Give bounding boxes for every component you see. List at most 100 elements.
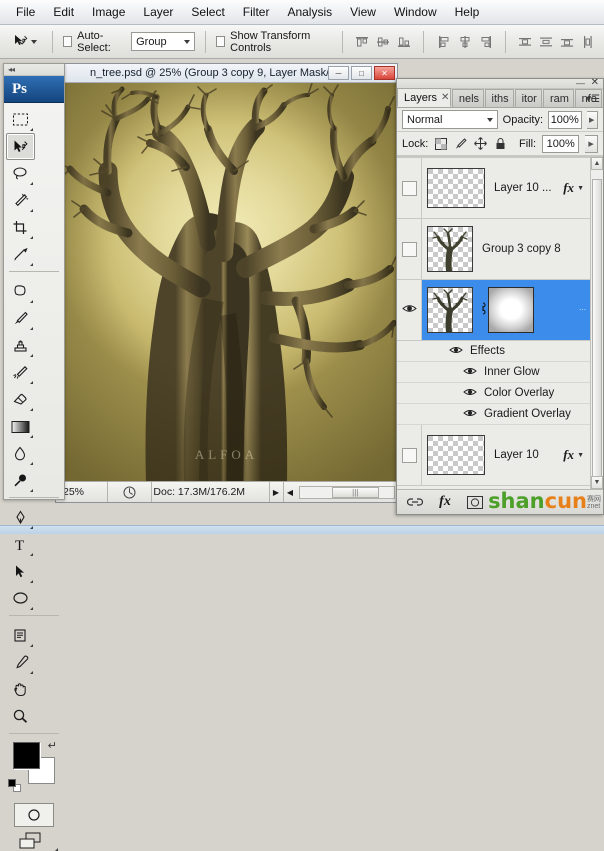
- menu-item-analysis[interactable]: Analysis: [278, 2, 341, 22]
- pen-tool[interactable]: [6, 504, 35, 531]
- fill-input[interactable]: 100%: [542, 134, 580, 153]
- layer-overflow-icon[interactable]: ⋯: [579, 306, 590, 314]
- menu-item-view[interactable]: View: [341, 2, 385, 22]
- list-item[interactable]: Gradient Overlay: [397, 404, 590, 425]
- add-layer-mask-icon[interactable]: [467, 494, 483, 510]
- menu-item-edit[interactable]: Edit: [44, 2, 83, 22]
- path-selection-tool[interactable]: [6, 558, 35, 585]
- eye-icon-on[interactable]: [463, 408, 477, 421]
- layer-visibility-toggle[interactable]: [397, 158, 422, 218]
- eye-icon-on[interactable]: [401, 303, 417, 317]
- lasso-tool[interactable]: [6, 160, 35, 187]
- current-tool-button[interactable]: [6, 30, 42, 53]
- menu-item-filter[interactable]: Filter: [234, 2, 279, 22]
- clone-stamp-tool[interactable]: [6, 332, 35, 359]
- screen-mode-button[interactable]: [4, 831, 64, 851]
- lock-all-icon[interactable]: [493, 137, 507, 151]
- ellipse-shape-tool[interactable]: [6, 585, 35, 612]
- panel-menu-icon[interactable]: ▾☰: [586, 95, 600, 105]
- patch-tool[interactable]: [6, 278, 35, 305]
- align-horizontal-centers-button[interactable]: [455, 32, 474, 51]
- document-title-bar[interactable]: n_tree.psd @ 25% (Group 3 copy 9, Layer …: [56, 64, 397, 83]
- move-tool[interactable]: [6, 133, 35, 160]
- lock-transparent-pixels-icon[interactable]: [434, 137, 448, 151]
- list-item[interactable]: Color Overlay: [397, 383, 590, 404]
- panel-close-icon[interactable]: ✕: [591, 77, 599, 88]
- layer-mask-link-icon[interactable]: [478, 302, 488, 318]
- tool-preset-chevron-down-icon[interactable]: [31, 39, 37, 44]
- lock-image-pixels-icon[interactable]: [454, 137, 468, 151]
- menu-item-help[interactable]: Help: [446, 2, 489, 22]
- maximize-button[interactable]: □: [351, 66, 372, 80]
- layer-visibility-toggle[interactable]: [397, 156, 422, 157]
- eye-icon-on[interactable]: [449, 345, 463, 358]
- swap-colors-icon[interactable]: ↵: [48, 739, 57, 752]
- scroll-down-button[interactable]: ▼: [591, 476, 603, 489]
- table-row[interactable]: ⋯: [397, 280, 590, 341]
- canvas-viewport[interactable]: ALFOA: [56, 83, 397, 481]
- document-status-icon[interactable]: [108, 482, 152, 502]
- menu-item-window[interactable]: Window: [385, 2, 446, 22]
- gradient-tool[interactable]: [6, 413, 35, 440]
- list-item[interactable]: Inner Glow: [397, 362, 590, 383]
- magic-wand-tool[interactable]: [6, 187, 35, 214]
- auto-select-checkbox[interactable]: [62, 36, 73, 47]
- chevron-down-icon[interactable]: ▼: [577, 185, 590, 192]
- align-left-edges-button[interactable]: [434, 32, 453, 51]
- menu-item-select[interactable]: Select: [182, 2, 233, 22]
- table-row[interactable]: Group 3 copy 8: [397, 219, 590, 280]
- layer-visibility-toggle[interactable]: [397, 425, 422, 485]
- eye-icon-on[interactable]: [463, 387, 477, 400]
- layer-thumbnail[interactable]: [427, 435, 485, 475]
- layer-list-scrollbar[interactable]: ▲ ▼: [590, 157, 603, 489]
- link-layers-icon[interactable]: [407, 494, 423, 510]
- layer-style-fx-icon[interactable]: fx: [563, 180, 577, 196]
- distribute-bottom-edges-button[interactable]: [558, 32, 577, 51]
- horizontal-scrollbar[interactable]: |||: [298, 485, 395, 499]
- blend-mode-dropdown[interactable]: Normal: [402, 110, 498, 129]
- opacity-stepper[interactable]: ▶: [586, 110, 598, 129]
- minimize-button[interactable]: ─: [328, 66, 349, 80]
- crop-tool[interactable]: [6, 214, 35, 241]
- layer-name[interactable]: Layer 10: [490, 449, 563, 461]
- align-right-edges-button[interactable]: [476, 32, 495, 51]
- layer-name[interactable]: Group 3 copy 8: [478, 243, 590, 255]
- tab-histogram[interactable]: ram: [542, 89, 574, 107]
- history-brush-tool[interactable]: [6, 359, 35, 386]
- menu-item-file[interactable]: File: [7, 2, 44, 22]
- scroll-up-button[interactable]: ▲: [591, 157, 603, 170]
- panel-collapse-icon[interactable]: —: [576, 78, 585, 88]
- hand-tool[interactable]: [6, 676, 35, 703]
- auto-select-scope-dropdown[interactable]: Group: [131, 32, 195, 51]
- slice-tool[interactable]: [6, 241, 35, 268]
- layer-mask-thumbnail[interactable]: [488, 287, 534, 333]
- eye-icon-off[interactable]: [401, 241, 417, 257]
- quick-mask-mode-button[interactable]: [14, 803, 54, 827]
- horizontal-scroll-thumb[interactable]: |||: [331, 486, 379, 498]
- layer-style-fx-icon[interactable]: fx: [563, 447, 577, 463]
- layer-thumbnail[interactable]: [427, 226, 473, 272]
- close-icon[interactable]: ✕: [441, 92, 449, 103]
- align-top-edges-button[interactable]: [352, 32, 371, 51]
- blur-tool[interactable]: [6, 440, 35, 467]
- menu-item-image[interactable]: Image: [83, 2, 134, 22]
- image-canvas[interactable]: ALFOA: [56, 83, 397, 481]
- brush-tool[interactable]: [6, 305, 35, 332]
- notes-tool[interactable]: [6, 622, 35, 649]
- tab-layers[interactable]: Layers ✕: [397, 88, 451, 107]
- close-button[interactable]: ✕: [374, 66, 395, 80]
- tab-navigator[interactable]: itor: [514, 89, 542, 107]
- align-bottom-edges-button[interactable]: [394, 32, 413, 51]
- distribute-left-edges-button[interactable]: [579, 32, 598, 51]
- add-layer-style-icon[interactable]: fx: [437, 494, 453, 510]
- distribute-vertical-centers-button[interactable]: [537, 32, 556, 51]
- layer-list[interactable]: Effects Layer 10 ... fx ▼: [397, 156, 603, 489]
- tab-channels[interactable]: nels: [451, 89, 484, 107]
- eyedropper-tool[interactable]: [6, 649, 35, 676]
- table-row[interactable]: Layer 10 fx ▼: [397, 425, 590, 486]
- table-row[interactable]: Layer 10 ... fx ▼: [397, 158, 590, 219]
- tab-paths[interactable]: iths: [484, 89, 514, 107]
- eye-icon-on[interactable]: [463, 366, 477, 379]
- foreground-color-swatch[interactable]: [13, 742, 40, 769]
- opacity-input[interactable]: 100%: [548, 110, 582, 129]
